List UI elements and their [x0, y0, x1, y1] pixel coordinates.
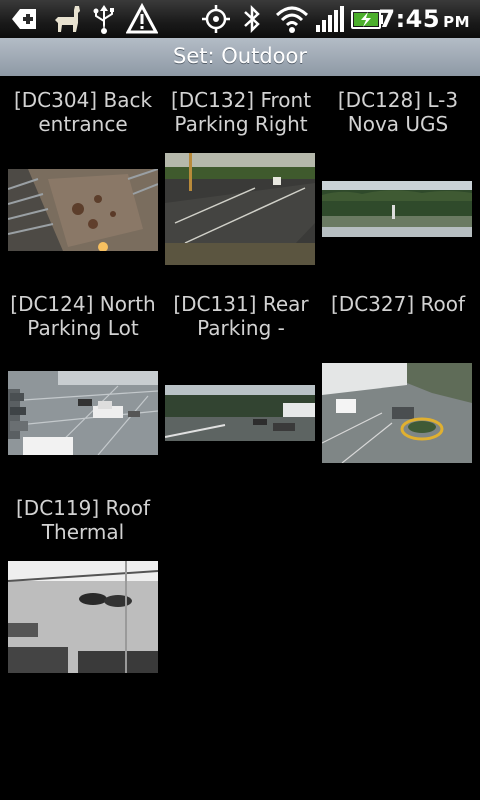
- camera-tile-dc304[interactable]: [DC304] Back entrance: [3, 88, 163, 268]
- usb-icon: [88, 3, 120, 35]
- camera-tile-dc131[interactable]: [DC131] Rear Parking -: [161, 292, 321, 472]
- llama-icon: [50, 3, 84, 35]
- camera-thumbnail[interactable]: [322, 181, 472, 237]
- title-bar: Set: Outdoor: [0, 38, 480, 76]
- clock-time: 7:45: [378, 5, 441, 33]
- status-clock: 7:45 PM: [378, 5, 470, 33]
- gps-icon: [200, 3, 232, 35]
- camera-label: [DC119] Roof Thermal: [3, 496, 163, 544]
- camera-thumbnail[interactable]: [165, 385, 315, 441]
- camera-label: [DC124] North Parking Lot: [3, 292, 163, 340]
- bluetooth-icon: [240, 3, 264, 35]
- camera-label-line2: Parking -: [197, 316, 285, 340]
- camera-label-line1: [DC131] Rear: [173, 292, 309, 316]
- camera-label-line2: Parking Right: [174, 112, 308, 136]
- camera-thumbnail[interactable]: [8, 169, 158, 251]
- camera-tile-dc128[interactable]: [DC128] L-3 Nova UGS: [318, 88, 478, 268]
- camera-label-line1: [DC128] L-3: [337, 88, 459, 112]
- camera-label-line1: [DC124] North: [10, 292, 156, 316]
- camera-label: [DC128] L-3 Nova UGS: [318, 88, 478, 136]
- camera-label-line1: [DC119] Roof: [15, 496, 150, 520]
- camera-label-line1: [DC304] Back: [13, 88, 153, 112]
- notification-plus-icon: [8, 3, 40, 35]
- wifi-icon: [274, 3, 310, 35]
- camera-label-line2: Nova UGS: [347, 112, 449, 136]
- camera-tile-dc119[interactable]: [DC119] Roof Thermal: [3, 496, 163, 676]
- camera-thumbnail[interactable]: [8, 561, 158, 673]
- warning-icon: [125, 2, 159, 35]
- camera-label: [DC131] Rear Parking -: [161, 292, 321, 340]
- camera-label: [DC132] Front Parking Right: [161, 88, 321, 136]
- signal-icon: [314, 3, 346, 35]
- camera-label: [DC304] Back entrance: [3, 88, 163, 136]
- camera-thumbnail[interactable]: [165, 153, 315, 265]
- camera-tile-dc132[interactable]: [DC132] Front Parking Right: [161, 88, 321, 268]
- camera-label-line2: Thermal: [41, 520, 125, 544]
- camera-thumbnail[interactable]: [322, 363, 472, 463]
- camera-label: [DC327] Roof: [318, 292, 478, 316]
- status-bar: 7:45 PM: [0, 0, 480, 38]
- camera-label-line1: [DC132] Front: [170, 88, 312, 112]
- camera-label-line1: [DC327] Roof: [330, 292, 465, 316]
- camera-tile-dc124[interactable]: [DC124] North Parking Lot: [3, 292, 163, 472]
- clock-ampm: PM: [443, 13, 470, 31]
- camera-label-line2: Parking Lot: [27, 316, 139, 340]
- page-title: Set: Outdoor: [173, 44, 307, 68]
- camera-thumbnail[interactable]: [8, 371, 158, 455]
- camera-tile-dc327[interactable]: [DC327] Roof: [318, 292, 478, 472]
- camera-label-line2: entrance: [38, 112, 128, 136]
